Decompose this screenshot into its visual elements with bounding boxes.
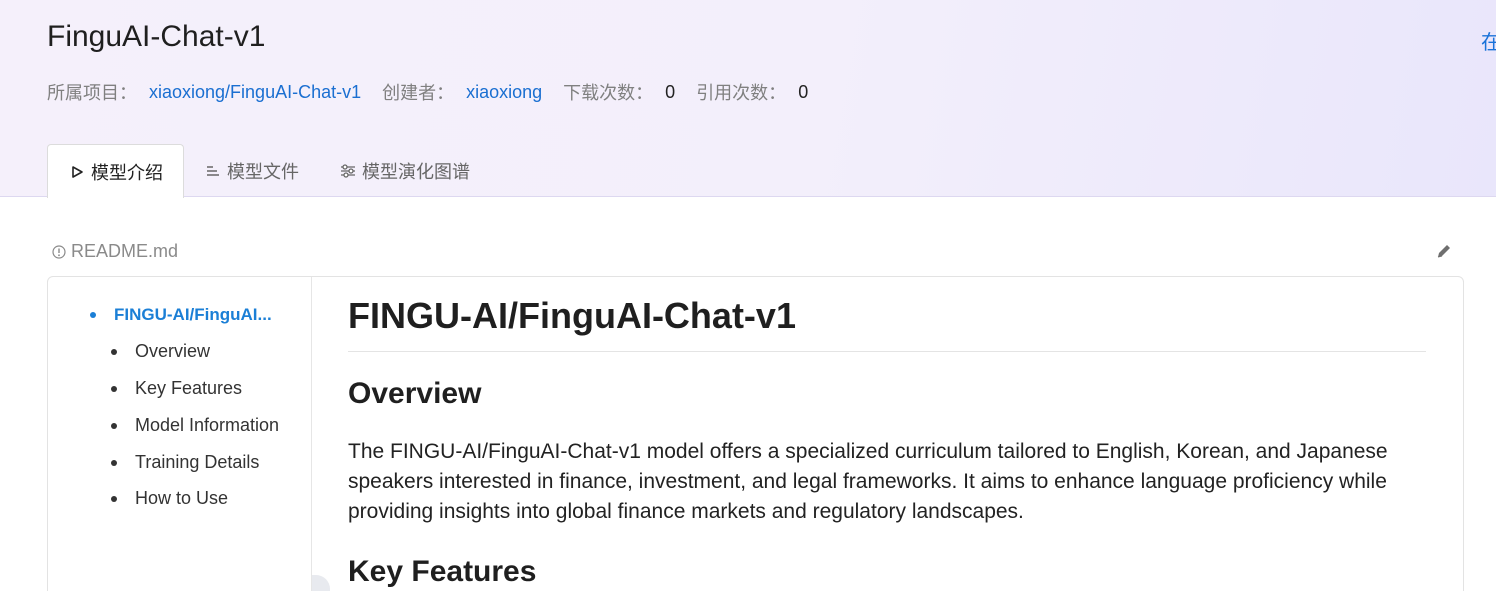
toc-item-label: Model Information xyxy=(135,415,280,435)
creator-link[interactable]: xiaoxiong xyxy=(466,82,542,103)
toc-item-label: Key Features xyxy=(135,378,243,398)
sliders-icon xyxy=(339,162,357,180)
citations-label: 引用次数： xyxy=(696,83,787,103)
readme-title: FINGU-AI/FinguAI-Chat-v1 xyxy=(348,295,796,336)
readme-panel: FINGU-AI/FinguAI... Overview Key Feature… xyxy=(47,276,1464,591)
overview-heading: Overview xyxy=(348,377,482,410)
tab-bar: 模型介绍 模型文件 模型演化图谱 xyxy=(47,144,490,198)
toc-item-label: Training Details xyxy=(135,452,260,472)
downloads-count: 0 xyxy=(665,81,676,102)
file-list-icon xyxy=(204,162,222,180)
creator-label: 创建者： xyxy=(382,83,455,103)
tab-model-evolution[interactable]: 模型演化图谱 xyxy=(319,144,490,197)
toc-item-main[interactable]: FINGU-AI/FinguAI... xyxy=(90,305,272,325)
toc-item-model-information[interactable]: Model Information xyxy=(111,415,279,436)
project-label: 所属项目： xyxy=(47,83,137,103)
tab-model-intro[interactable]: 模型介绍 xyxy=(47,144,184,198)
toc-item-key-features[interactable]: Key Features xyxy=(111,378,242,399)
toc-item-label: Overview xyxy=(135,341,211,361)
toc-main-label: FINGU-AI/FinguAI... xyxy=(114,305,272,324)
citations-count: 0 xyxy=(798,81,809,102)
meta-row: 所属项目： xiaoxiong/FinguAI-Chat-v1 创建者： xia… xyxy=(47,79,808,105)
overview-paragraph: The FINGU-AI/FinguAI-Chat-v1 model offer… xyxy=(348,440,1388,523)
tab-label: 模型介绍 xyxy=(91,162,163,183)
toc-item-training-details[interactable]: Training Details xyxy=(111,452,259,473)
key-features-heading: Key Features xyxy=(348,555,537,588)
page-header: FinguAI-Chat-v1 在 所属项目： xiaoxiong/FinguA… xyxy=(0,0,1496,198)
readme-filename: README.md xyxy=(71,241,179,261)
collapse-handle[interactable] xyxy=(312,575,330,591)
readme-file-label: README.md xyxy=(52,241,178,262)
tab-model-files[interactable]: 模型文件 xyxy=(184,144,319,197)
table-of-contents: FINGU-AI/FinguAI... Overview Key Feature… xyxy=(48,277,312,591)
toc-item-how-to-use[interactable]: How to Use xyxy=(111,488,228,509)
project-link[interactable]: xiaoxiong/FinguAI-Chat-v1 xyxy=(149,82,361,103)
info-circle-icon xyxy=(52,244,66,259)
downloads-label: 下载次数： xyxy=(563,83,654,103)
tab-label: 模型演化图谱 xyxy=(362,161,470,182)
toc-item-label: How to Use xyxy=(135,488,229,508)
top-right-link[interactable]: 在 xyxy=(1481,26,1496,55)
play-outline-icon xyxy=(68,163,86,181)
toc-item-overview[interactable]: Overview xyxy=(111,341,210,362)
tab-label: 模型文件 xyxy=(227,161,299,182)
divider xyxy=(348,351,1426,352)
pencil-icon[interactable] xyxy=(1434,241,1456,263)
page-title: FinguAI-Chat-v1 xyxy=(47,20,266,53)
